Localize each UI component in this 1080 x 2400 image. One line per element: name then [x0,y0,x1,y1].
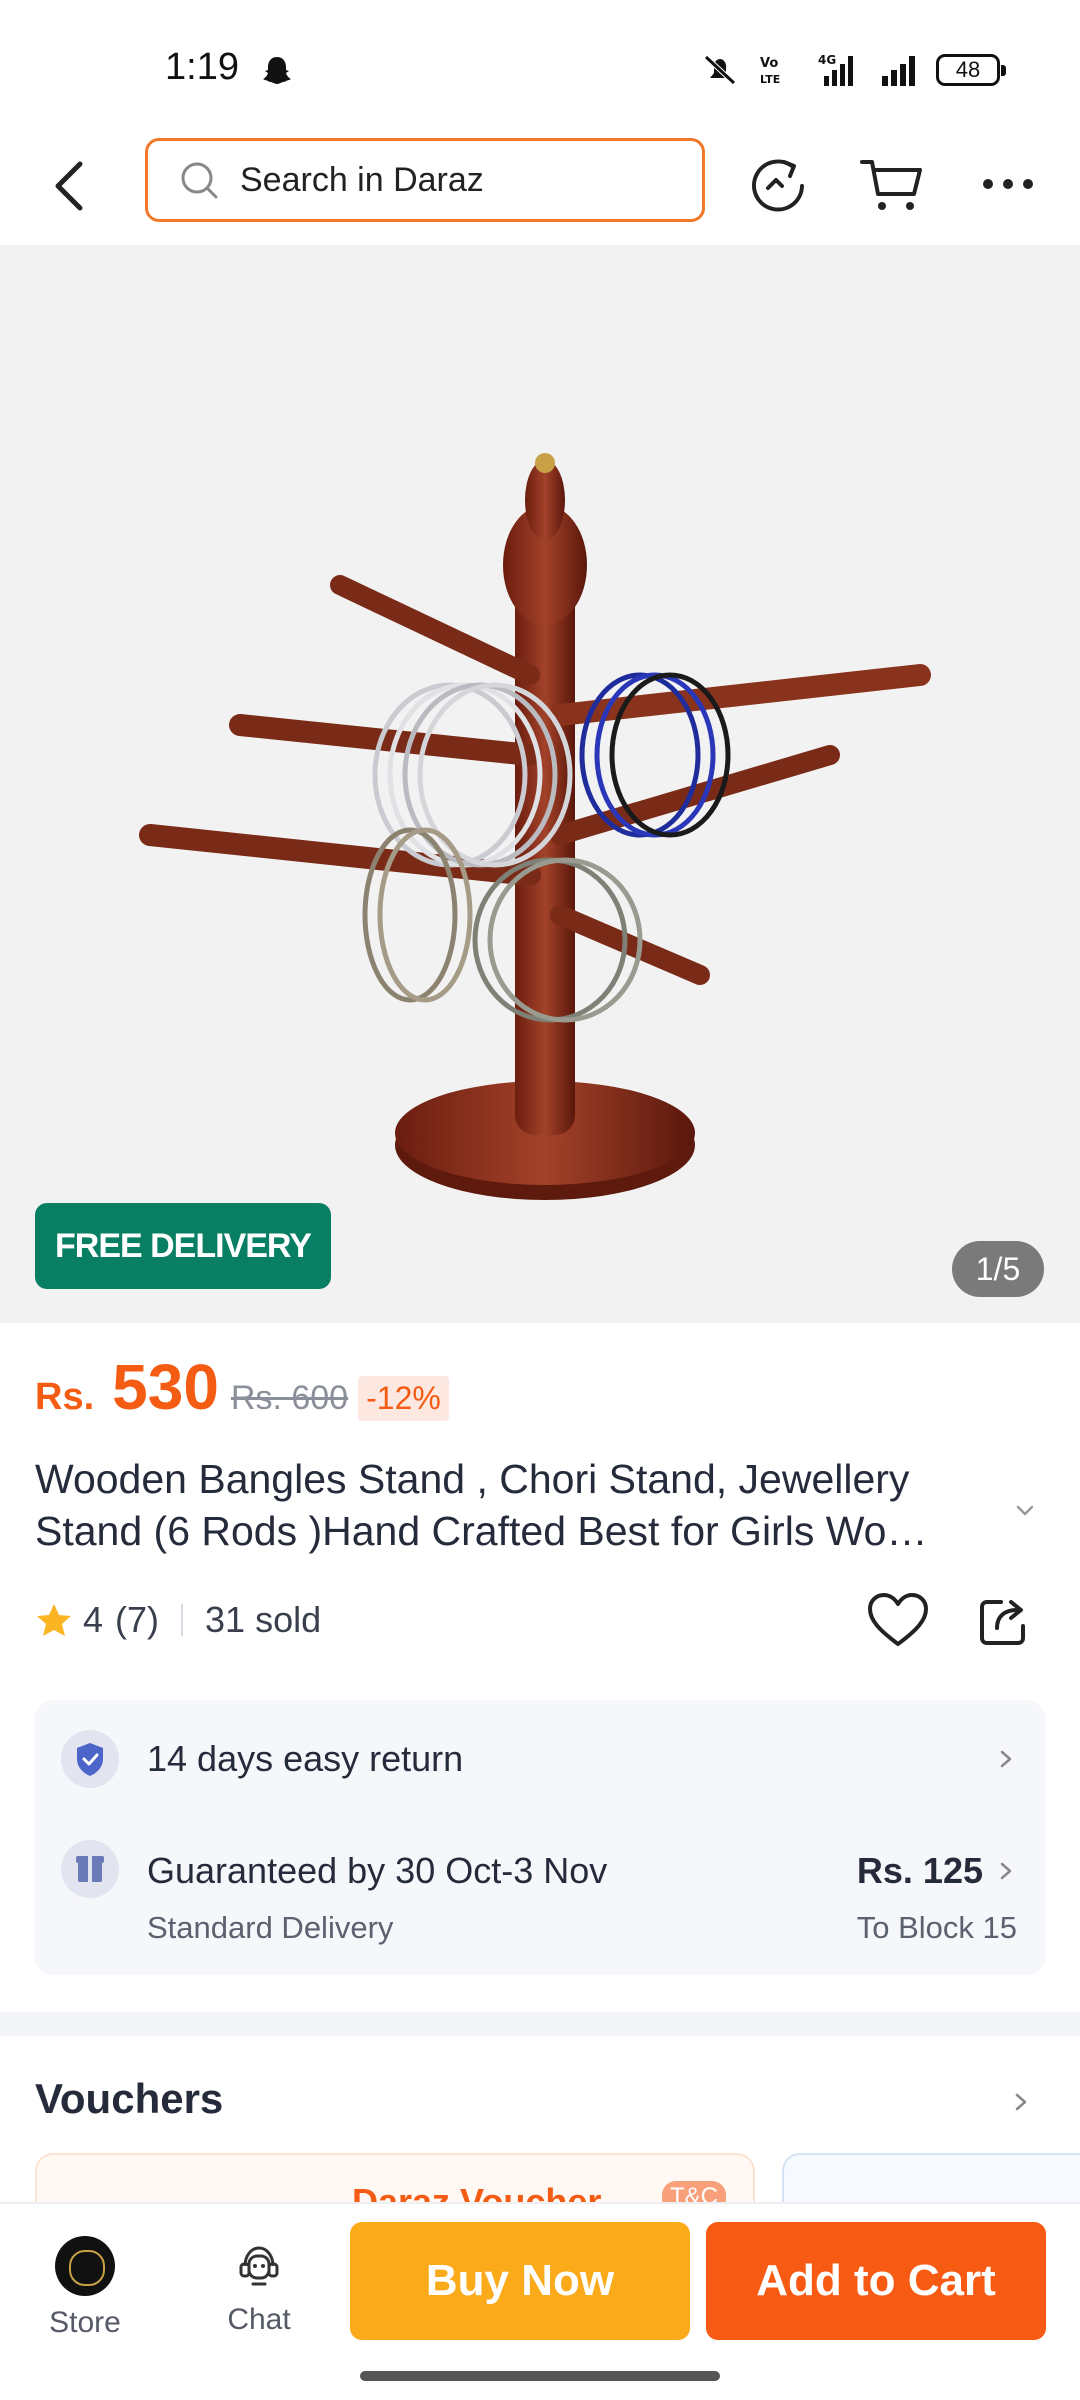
store-avatar [55,2236,115,2296]
product-title-line2: Stand (6 Rods )Hand Crafted Best for Gir… [35,1508,928,1554]
delivery-type: Standard Delivery [147,1910,394,1945]
rating-row[interactable]: 4 (7) 31 sold [35,1595,321,1645]
product-title-line1: Wooden Bangles Stand , Chori Stand, Jewe… [35,1456,910,1502]
price-currency: Rs. [35,1376,95,1418]
service-info-card: 14 days easy return Guaranteed by 30 Oct… [35,1700,1045,1975]
chevron-right-icon[interactable] [995,1744,1017,1774]
return-shield-icon [61,1730,119,1788]
snapchat-icon [263,57,291,84]
product-image [139,453,931,1200]
search-input[interactable]: Search in Daraz [145,138,705,222]
product-title[interactable]: Wooden Bangles Stand , Chori Stand, Jewe… [35,1453,1010,1557]
bottom-action-bar: Store Chat Buy Now Add to Cart [0,2202,1080,2400]
chevron-down-icon[interactable] [1010,1495,1040,1525]
buy-now-button[interactable]: Buy Now [350,2222,690,2340]
search-icon [181,162,218,199]
product-image-carousel[interactable]: FREE DELIVERY 1/5 [0,245,1080,1323]
status-bar: 1:19 Vo LTE 4G 48 [0,0,1080,130]
sold-count: 31 sold [205,1599,322,1640]
chat-button[interactable]: Chat [212,2236,306,2337]
svg-text:LTE: LTE [760,73,780,86]
add-to-cart-button[interactable]: Add to Cart [706,2222,1046,2340]
return-policy-label[interactable]: 14 days easy return [147,1738,463,1780]
vouchers-title: Vouchers [35,2075,224,2122]
delivery-guarantee-label[interactable]: Guaranteed by 30 Oct-3 Nov [147,1850,607,1892]
chevron-right-icon[interactable] [1010,2087,1032,2117]
refresh-icon[interactable] [742,148,814,220]
volte-icon: Vo LTE [760,56,780,86]
svg-text:Vo: Vo [760,56,778,71]
back-arrow-icon[interactable] [40,150,104,222]
battery-icon: 48 [936,54,1006,86]
chat-label: Chat [227,2303,291,2336]
share-icon[interactable] [975,1590,1035,1650]
free-delivery-badge: FREE DELIVERY [35,1203,331,1289]
more-options-icon[interactable] [972,148,1044,220]
mute-icon [704,55,736,85]
store-label: Store [49,2306,121,2339]
rating-value: 4 [83,1599,104,1640]
status-icons: Vo LTE 4G 48 [696,50,1006,90]
section-divider [0,2012,1080,2036]
chat-agent-icon [239,2246,279,2286]
delivery-box-icon [61,1840,119,1898]
price-row: Rs. 530 Rs. 600 -12% [35,1350,449,1440]
cart-icon[interactable] [856,148,928,220]
delivery-price: Rs. 125 [856,1850,983,1891]
image-page-counter: 1/5 [952,1241,1044,1297]
review-count: (7) [115,1599,160,1640]
discount-badge: -12% [358,1376,449,1421]
signal-4g-icon: 4G [818,53,853,86]
divider [181,1604,184,1636]
star-icon [37,1604,71,1636]
price-original: Rs. 600 [230,1379,349,1417]
delivery-location: To Block 15 [856,1910,1017,1945]
signal-icon [882,56,915,86]
search-placeholder: Search in Daraz [240,160,484,199]
chevron-right-icon[interactable] [995,1856,1017,1886]
wishlist-heart-icon[interactable] [865,1590,931,1650]
home-indicator[interactable] [360,2371,720,2381]
status-time: 1:19 [165,46,239,88]
store-button[interactable]: Store [38,2236,132,2340]
price-current: 530 [112,1351,219,1423]
top-nav: Search in Daraz [0,130,1080,245]
svg-text:4G: 4G [818,53,836,67]
